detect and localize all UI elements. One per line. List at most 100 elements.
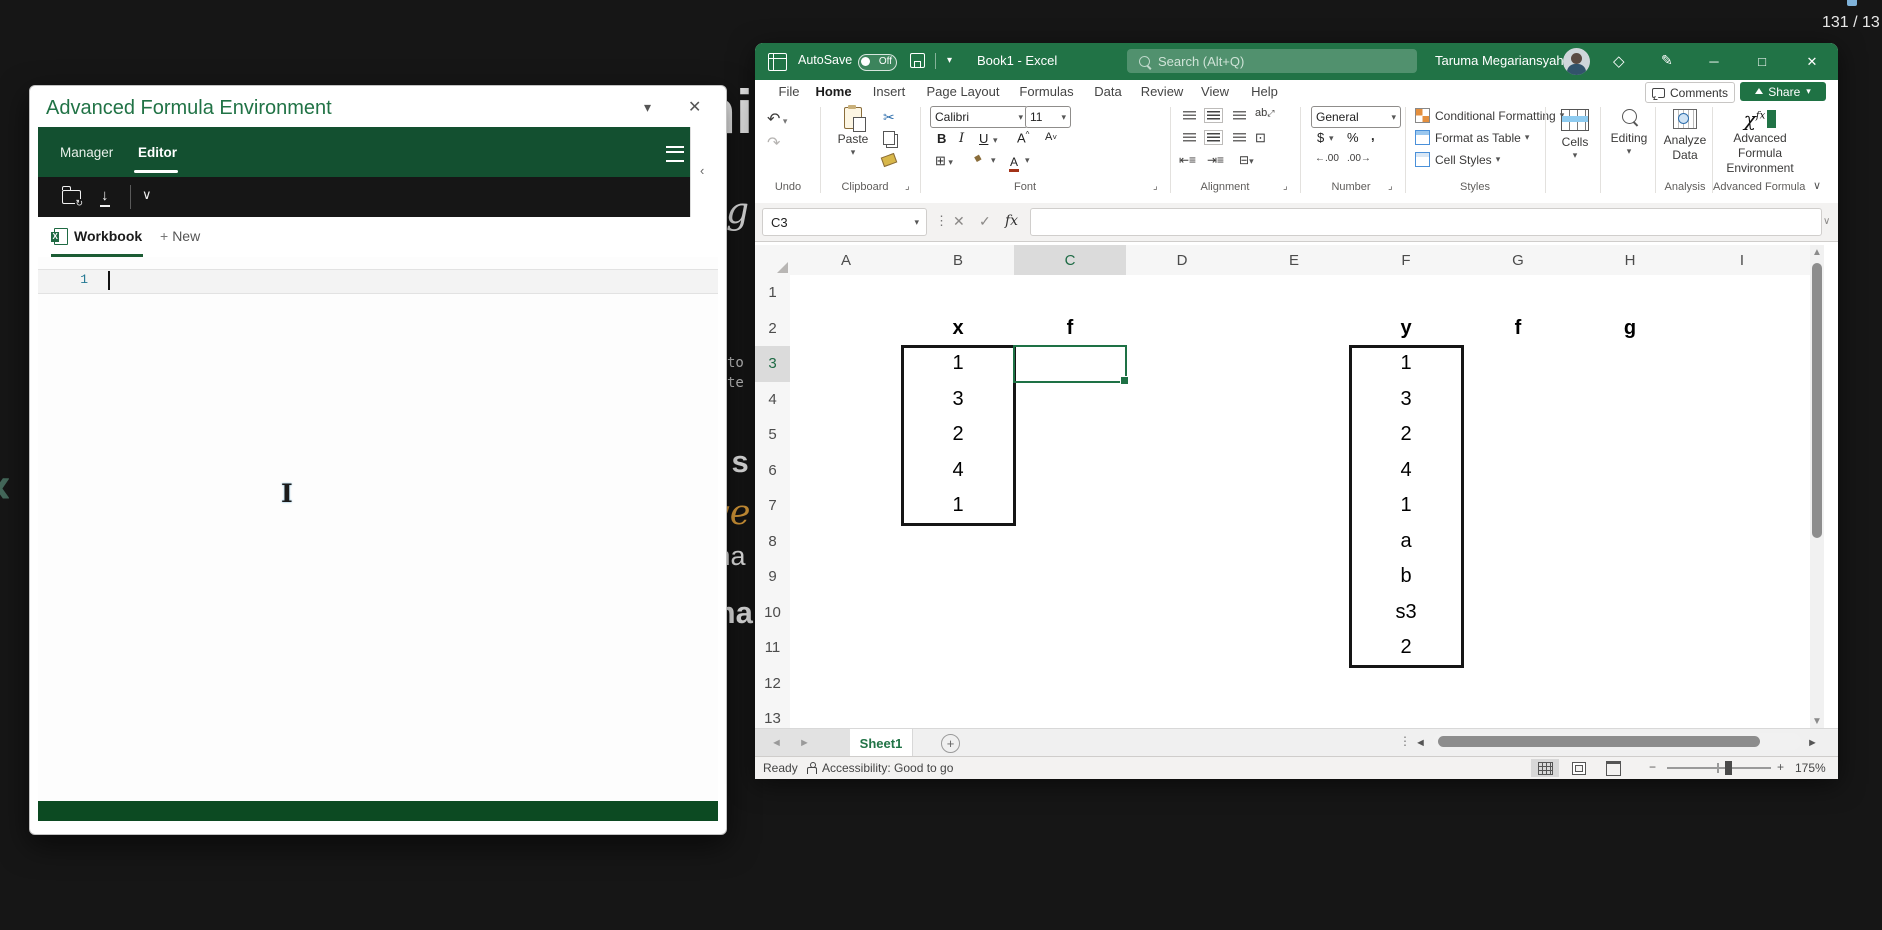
cell-G7[interactable] [1462, 488, 1575, 525]
font-color-dropdown-icon[interactable]: ▾ [1025, 155, 1030, 166]
cell-F11[interactable]: 2 [1350, 630, 1463, 667]
cell-C6[interactable] [1014, 453, 1127, 490]
row-header-1[interactable]: 1 [755, 275, 791, 312]
redo-icon[interactable]: ↷ [767, 133, 780, 153]
font-color-icon[interactable]: A [1009, 155, 1019, 172]
menu-icon[interactable] [666, 146, 684, 162]
cell-E1[interactable] [1238, 275, 1351, 312]
cell-F8[interactable]: a [1350, 524, 1463, 561]
underline-dropdown-icon[interactable]: ▾ [993, 135, 998, 146]
number-dialog-launcher-icon[interactable]: ⌟ [1388, 181, 1393, 192]
next-sheet-icon[interactable]: ► [799, 737, 810, 749]
zoom-level[interactable]: 175% [1795, 761, 1826, 775]
cell-H4[interactable] [1574, 382, 1687, 419]
cell-I10[interactable] [1686, 595, 1799, 632]
page-layout-view-button[interactable] [1565, 759, 1593, 777]
format-as-table-button[interactable]: Format as Table ▾ [1415, 130, 1529, 145]
cell-F1[interactable] [1350, 275, 1463, 312]
cell-H7[interactable] [1574, 488, 1687, 525]
new-module-button[interactable]: +New [160, 228, 200, 244]
cell-E4[interactable] [1238, 382, 1351, 419]
cell-partial[interactable] [1798, 382, 1810, 419]
cell-H1[interactable] [1574, 275, 1687, 312]
cell-B13[interactable] [902, 701, 1015, 728]
cell-G2[interactable]: f [1462, 311, 1575, 348]
cell-I5[interactable] [1686, 417, 1799, 454]
column-header-A[interactable]: A [790, 245, 903, 276]
accounting-format-icon[interactable]: $ [1317, 130, 1324, 145]
cell-E3[interactable] [1238, 346, 1351, 383]
scroll-down-icon[interactable]: ▼ [1810, 714, 1824, 728]
cell-D13[interactable] [1126, 701, 1239, 728]
cell-B9[interactable] [902, 559, 1015, 596]
import-download-icon[interactable]: ↓ [100, 187, 110, 207]
cells-button[interactable]: Cells ▾ [1555, 109, 1595, 161]
cell-B5[interactable]: 2 [902, 417, 1015, 454]
formula-input[interactable] [1030, 208, 1822, 236]
row-header-5[interactable]: 5 [755, 417, 791, 454]
font-dialog-launcher-icon[interactable]: ⌟ [1153, 181, 1158, 192]
cell-D1[interactable] [1126, 275, 1239, 312]
afe-ribbon-button[interactable]: χfx Advanced Formula Environment [1717, 107, 1803, 176]
cell-styles-button[interactable]: Cell Styles ▾ [1415, 152, 1500, 167]
cell-F5[interactable]: 2 [1350, 417, 1463, 454]
cell-D3[interactable] [1126, 346, 1239, 383]
comments-button[interactable]: Comments [1645, 82, 1735, 103]
formula-code-editor[interactable]: 1 I [38, 257, 718, 801]
cell-partial[interactable] [1798, 524, 1810, 561]
cell-B12[interactable] [902, 666, 1015, 703]
ribbon-tab-page-layout[interactable]: Page Layout [923, 80, 1003, 103]
cell-G1[interactable] [1462, 275, 1575, 312]
cell-H11[interactable] [1574, 630, 1687, 667]
cell-A7[interactable] [790, 488, 903, 525]
fill-color-dropdown-icon[interactable]: ▾ [991, 155, 996, 166]
column-header-G[interactable]: G [1462, 245, 1575, 276]
name-box[interactable]: C3 ▾ [762, 208, 927, 236]
cell-E10[interactable] [1238, 595, 1351, 632]
cell-H12[interactable] [1574, 666, 1687, 703]
afe-tab-manager[interactable]: Manager [60, 127, 113, 177]
number-format-combo[interactable]: General▾ [1311, 106, 1401, 128]
cell-D7[interactable] [1126, 488, 1239, 525]
font-size-combo[interactable]: 11▾ [1025, 106, 1071, 128]
tab-scroll-splitter[interactable]: ⋮ [1399, 734, 1411, 748]
cell-F13[interactable] [1350, 701, 1463, 728]
cell-D11[interactable] [1126, 630, 1239, 667]
ribbon-tab-help[interactable]: Help [1248, 80, 1281, 103]
cell-F3[interactable]: 1 [1350, 346, 1463, 383]
cell-F10[interactable]: s3 [1350, 595, 1463, 632]
cell-B1[interactable] [902, 275, 1015, 312]
enter-check-icon[interactable]: ✓ [979, 208, 991, 234]
cell-A9[interactable] [790, 559, 903, 596]
cell-I7[interactable] [1686, 488, 1799, 525]
cell-F12[interactable] [1350, 666, 1463, 703]
cell-I8[interactable] [1686, 524, 1799, 561]
ribbon-tab-insert[interactable]: Insert [868, 80, 910, 103]
column-header-C[interactable]: C [1014, 245, 1127, 277]
row-header-3[interactable]: 3 [755, 346, 792, 383]
horizontal-scrollbar[interactable] [1433, 733, 1801, 750]
save-icon[interactable] [910, 53, 925, 68]
cell-G8[interactable] [1462, 524, 1575, 561]
cell-G5[interactable] [1462, 417, 1575, 454]
autosave-toggle[interactable]: Off [858, 54, 897, 71]
cell-A6[interactable] [790, 453, 903, 490]
cell-partial[interactable] [1798, 595, 1810, 632]
cell-D5[interactable] [1126, 417, 1239, 454]
premium-diamond-icon[interactable]: ◇ [1613, 52, 1625, 70]
cell-H13[interactable] [1574, 701, 1687, 728]
borders-icon[interactable]: ⊞ ▾ [935, 153, 953, 169]
page-break-view-button[interactable] [1599, 759, 1627, 777]
cell-D4[interactable] [1126, 382, 1239, 419]
vertical-scrollbar[interactable]: ▲ ▼ [1810, 245, 1824, 728]
ribbon-tab-data[interactable]: Data [1089, 80, 1127, 103]
workbook-tab[interactable]: Workbook [74, 228, 142, 244]
cell-G9[interactable] [1462, 559, 1575, 596]
name-box-splitter[interactable]: ⋮ [935, 208, 948, 234]
row-header-6[interactable]: 6 [755, 453, 791, 490]
cell-C7[interactable] [1014, 488, 1127, 525]
cell-E12[interactable] [1238, 666, 1351, 703]
insert-function-icon[interactable]: fx [1005, 208, 1018, 234]
wrap-text-icon[interactable]: ⊡ [1255, 130, 1266, 146]
bold-button[interactable]: B [937, 131, 946, 146]
